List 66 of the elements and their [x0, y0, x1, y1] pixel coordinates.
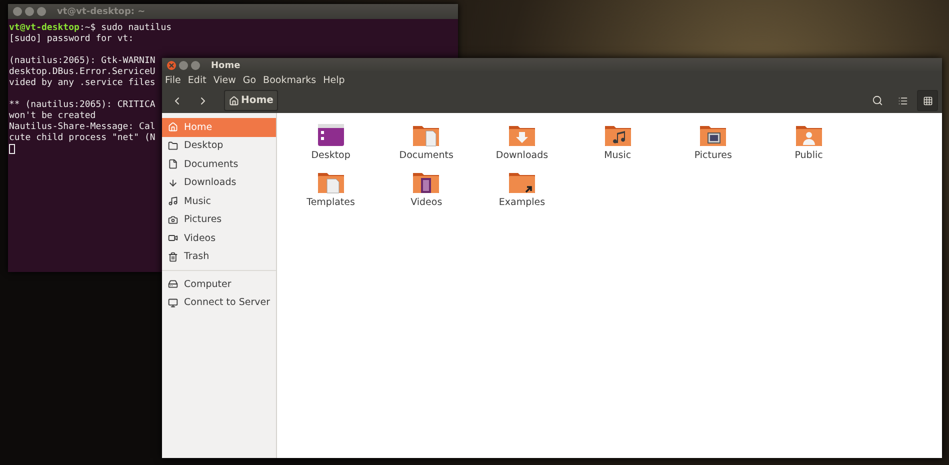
path-button[interactable]: Home — [224, 90, 278, 111]
file-name[interactable]: Music — [604, 150, 632, 161]
folder-icon — [168, 140, 178, 151]
close-icon[interactable] — [13, 7, 22, 16]
file-name[interactable]: Pictures — [694, 150, 732, 161]
templates-folder-icon[interactable] — [316, 170, 345, 194]
maximize-icon[interactable] — [37, 7, 46, 16]
public-folder-icon[interactable] — [794, 123, 823, 147]
pictures-folder-icon[interactable] — [699, 123, 728, 147]
terminal-line: vt@vt-desktop:~$ sudo nautilus — [9, 23, 172, 34]
terminal-line: cute child process "net" (N — [9, 133, 156, 144]
sidebar-item[interactable]: Desktop — [162, 136, 276, 155]
home-icon — [229, 96, 239, 106]
downloads-folder-icon[interactable] — [508, 123, 536, 147]
terminal-line: (nautilus:2065): Gtk-WARNIN — [9, 56, 156, 67]
file-name[interactable]: Videos — [410, 197, 442, 208]
grid-icon — [922, 96, 932, 106]
sidebar-item[interactable]: Trash — [162, 248, 276, 266]
sidebar-item[interactable]: Connect to Server — [162, 294, 276, 312]
file-name[interactable]: Templates — [306, 197, 355, 208]
desktop-folder-icon[interactable] — [316, 123, 345, 147]
sidebar-item[interactable]: Downloads — [162, 174, 276, 192]
music-folder-icon[interactable] — [604, 123, 632, 147]
terminal-line: desktop.DBus.Error.ServiceU — [9, 67, 156, 78]
monitor-icon — [168, 298, 178, 308]
file-name[interactable]: Downloads — [496, 150, 548, 161]
terminal-line: won't be created — [9, 111, 96, 122]
sidebar-item[interactable]: Videos — [162, 229, 276, 248]
minimize-icon[interactable] — [25, 7, 34, 16]
maximize-icon[interactable] — [191, 61, 200, 70]
file-name[interactable]: Documents — [399, 150, 454, 161]
menu-item[interactable]: Go — [242, 75, 256, 86]
file-name[interactable]: Examples — [498, 197, 546, 208]
close-icon[interactable] — [167, 61, 176, 70]
cursor-icon — [9, 144, 15, 154]
terminal-line: Nautilus-Share-Message: Cal — [9, 122, 156, 133]
menu-item[interactable]: View — [213, 75, 236, 86]
sidebar-item[interactable]: Computer — [162, 275, 276, 294]
documents-folder-icon[interactable] — [412, 123, 440, 147]
terminal-line: ** (nautilus:2065): CRITICA — [9, 100, 156, 111]
sidebar-item[interactable]: Documents — [162, 155, 276, 174]
drive-icon — [168, 279, 178, 290]
menu-item[interactable]: Help — [323, 75, 345, 86]
menu-item[interactable]: File — [165, 75, 181, 86]
camera-icon — [168, 214, 178, 225]
search-icon — [872, 95, 883, 106]
minimize-icon[interactable] — [179, 61, 188, 70]
file-name[interactable]: Public — [794, 150, 823, 161]
window-title: vt@vt-desktop: ~ — [57, 6, 146, 16]
sidebar-item[interactable]: Pictures — [162, 210, 276, 229]
window-title: Home — [211, 60, 240, 70]
menu-item[interactable]: Bookmarks — [263, 75, 316, 86]
sidebar-item[interactable]: Music — [162, 192, 276, 210]
down-arrow-icon — [168, 178, 178, 188]
file-name[interactable]: Desktop — [311, 150, 350, 161]
video-camera-icon — [168, 233, 178, 244]
grid-view-button[interactable] — [917, 90, 938, 111]
trash-icon — [168, 252, 178, 262]
examples-folder-icon[interactable] — [508, 170, 536, 194]
terminal-line: [sudo] password for vt: — [9, 34, 134, 45]
menu-item[interactable]: Edit — [188, 75, 206, 86]
videos-folder-icon[interactable] — [412, 170, 440, 194]
terminal-line: vided by any .service files — [9, 78, 156, 89]
file-icon — [168, 159, 178, 170]
home-icon — [168, 122, 178, 132]
music-note-icon — [168, 196, 178, 206]
